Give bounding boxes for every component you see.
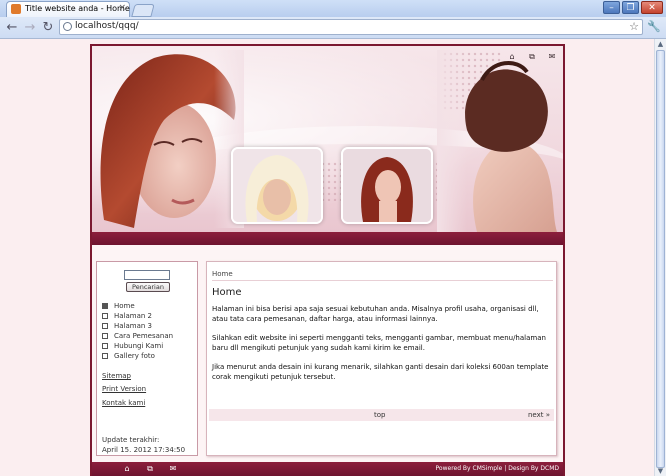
minimize-button[interactable]: – — [603, 1, 620, 14]
tab-title: Title website anda - Home — [25, 4, 130, 13]
mail-icon[interactable]: ✉ — [547, 52, 557, 62]
footer-icons: ⌂ ⧉ ✉ — [122, 464, 178, 474]
bullet-icon — [102, 323, 108, 329]
search-input[interactable] — [124, 270, 170, 280]
scroll-thumb[interactable] — [656, 50, 665, 468]
back-icon[interactable]: ← — [4, 20, 20, 35]
browser-titlebar: Title website anda - Home × – ❐ ✕ — [0, 0, 666, 17]
menu-item-label: Gallery foto — [114, 352, 155, 360]
content-paragraph: Halaman ini bisa berisi apa saja sesuai … — [212, 305, 539, 323]
header-woman-left-image — [100, 50, 244, 228]
sidebar: Pencarian Home Halaman 2 Halaman 3 Cara … — [96, 261, 198, 456]
sidebar-menu: Home Halaman 2 Halaman 3 Cara Pemesanan … — [102, 301, 173, 361]
content-paragraph: Silahkan edit website ini seperti mengga… — [212, 334, 546, 352]
header-woman-right-image — [437, 50, 557, 232]
menu-item-label: Halaman 2 — [114, 312, 153, 320]
kontak-kami-link[interactable]: Kontak kami — [102, 399, 145, 407]
search-button[interactable]: Pencarian — [126, 282, 170, 292]
address-bar[interactable]: localhost/qqq/ ☆ — [59, 19, 643, 35]
last-updated-label: Update terakhir: — [102, 436, 160, 444]
site-footer: ⌂ ⧉ ✉ Powered By CMSimple | Design By DC… — [92, 462, 563, 476]
wrench-icon[interactable]: 🔧 — [647, 20, 661, 33]
globe-icon — [63, 22, 72, 31]
bullet-icon — [102, 303, 108, 309]
sitemap-icon[interactable]: ⧉ — [527, 52, 537, 62]
page-title: Home — [212, 287, 242, 298]
reload-icon[interactable]: ↻ — [40, 20, 56, 35]
vertical-scrollbar[interactable]: ▲ ▼ — [654, 39, 666, 476]
menu-item-gallery-foto[interactable]: Gallery foto — [102, 351, 173, 361]
header-portrait-blonde — [231, 147, 323, 224]
tab-close-icon[interactable]: × — [118, 3, 126, 14]
browser-toolbar: ← → ↻ localhost/qqq/ ☆ 🔧 — [0, 17, 666, 39]
site-header: ⌂ ⧉ ✉ — [92, 46, 563, 232]
content-footer-bar: top next » — [209, 409, 554, 421]
menu-item-cara-pemesanan[interactable]: Cara Pemesanan — [102, 331, 173, 341]
home-icon[interactable]: ⌂ — [507, 52, 517, 62]
scroll-down-icon[interactable]: ▼ — [655, 466, 666, 476]
last-updated-date: April 15. 2012 17:34:50 — [102, 446, 186, 454]
menu-item-home[interactable]: Home — [102, 301, 173, 311]
last-updated: Update terakhir: April 15. 2012 17:34:50 — [102, 435, 185, 455]
close-window-button[interactable]: ✕ — [641, 1, 663, 14]
content-paragraph: Jika menurut anda desain ini kurang mena… — [212, 363, 549, 381]
header-portrait-redhead — [341, 147, 433, 224]
browser-tab[interactable]: Title website anda - Home × — [6, 1, 130, 17]
window-controls: – ❐ ✕ — [603, 1, 663, 14]
menu-item-label: Halaman 3 — [114, 322, 153, 330]
header-icons: ⌂ ⧉ ✉ — [507, 52, 557, 62]
powered-by-text: Powered By CMSimple | Design By DCMD — [435, 465, 559, 472]
top-link[interactable]: top — [374, 411, 385, 419]
mail-icon[interactable]: ✉ — [168, 464, 178, 474]
print-version-link[interactable]: Print Version — [102, 385, 146, 393]
next-link[interactable]: next » — [528, 411, 550, 419]
bullet-icon — [102, 333, 108, 339]
scroll-up-icon[interactable]: ▲ — [655, 39, 666, 49]
menu-item-halaman-2[interactable]: Halaman 2 — [102, 311, 173, 321]
divider — [212, 280, 553, 281]
sitemap-icon[interactable]: ⧉ — [145, 464, 155, 474]
home-icon[interactable]: ⌂ — [122, 464, 132, 474]
menu-item-label: Cara Pemesanan — [114, 332, 174, 340]
bullet-icon — [102, 353, 108, 359]
breadcrumb[interactable]: Home — [212, 270, 233, 278]
main-content: Home Home Halaman ini bisa berisi apa sa… — [206, 261, 557, 456]
header-red-band — [92, 232, 563, 245]
restore-button[interactable]: ❐ — [622, 1, 639, 14]
sitemap-link[interactable]: Sitemap — [102, 372, 131, 380]
menu-item-hubungi-kami[interactable]: Hubungi Kami — [102, 341, 173, 351]
url-text[interactable]: localhost/qqq/ — [75, 21, 139, 31]
favicon-icon — [11, 4, 21, 14]
website: ⌂ ⧉ ✉ Pencarian Home Halaman 2 Halaman 3… — [90, 44, 565, 476]
forward-icon[interactable]: → — [22, 20, 38, 35]
bullet-icon — [102, 313, 108, 319]
menu-item-label: Home — [114, 302, 135, 310]
menu-item-label: Hubungi Kami — [114, 342, 164, 350]
bookmark-star-icon[interactable]: ☆ — [629, 20, 639, 33]
menu-item-halaman-3[interactable]: Halaman 3 — [102, 321, 173, 331]
new-tab-button[interactable] — [131, 4, 155, 17]
bullet-icon — [102, 343, 108, 349]
